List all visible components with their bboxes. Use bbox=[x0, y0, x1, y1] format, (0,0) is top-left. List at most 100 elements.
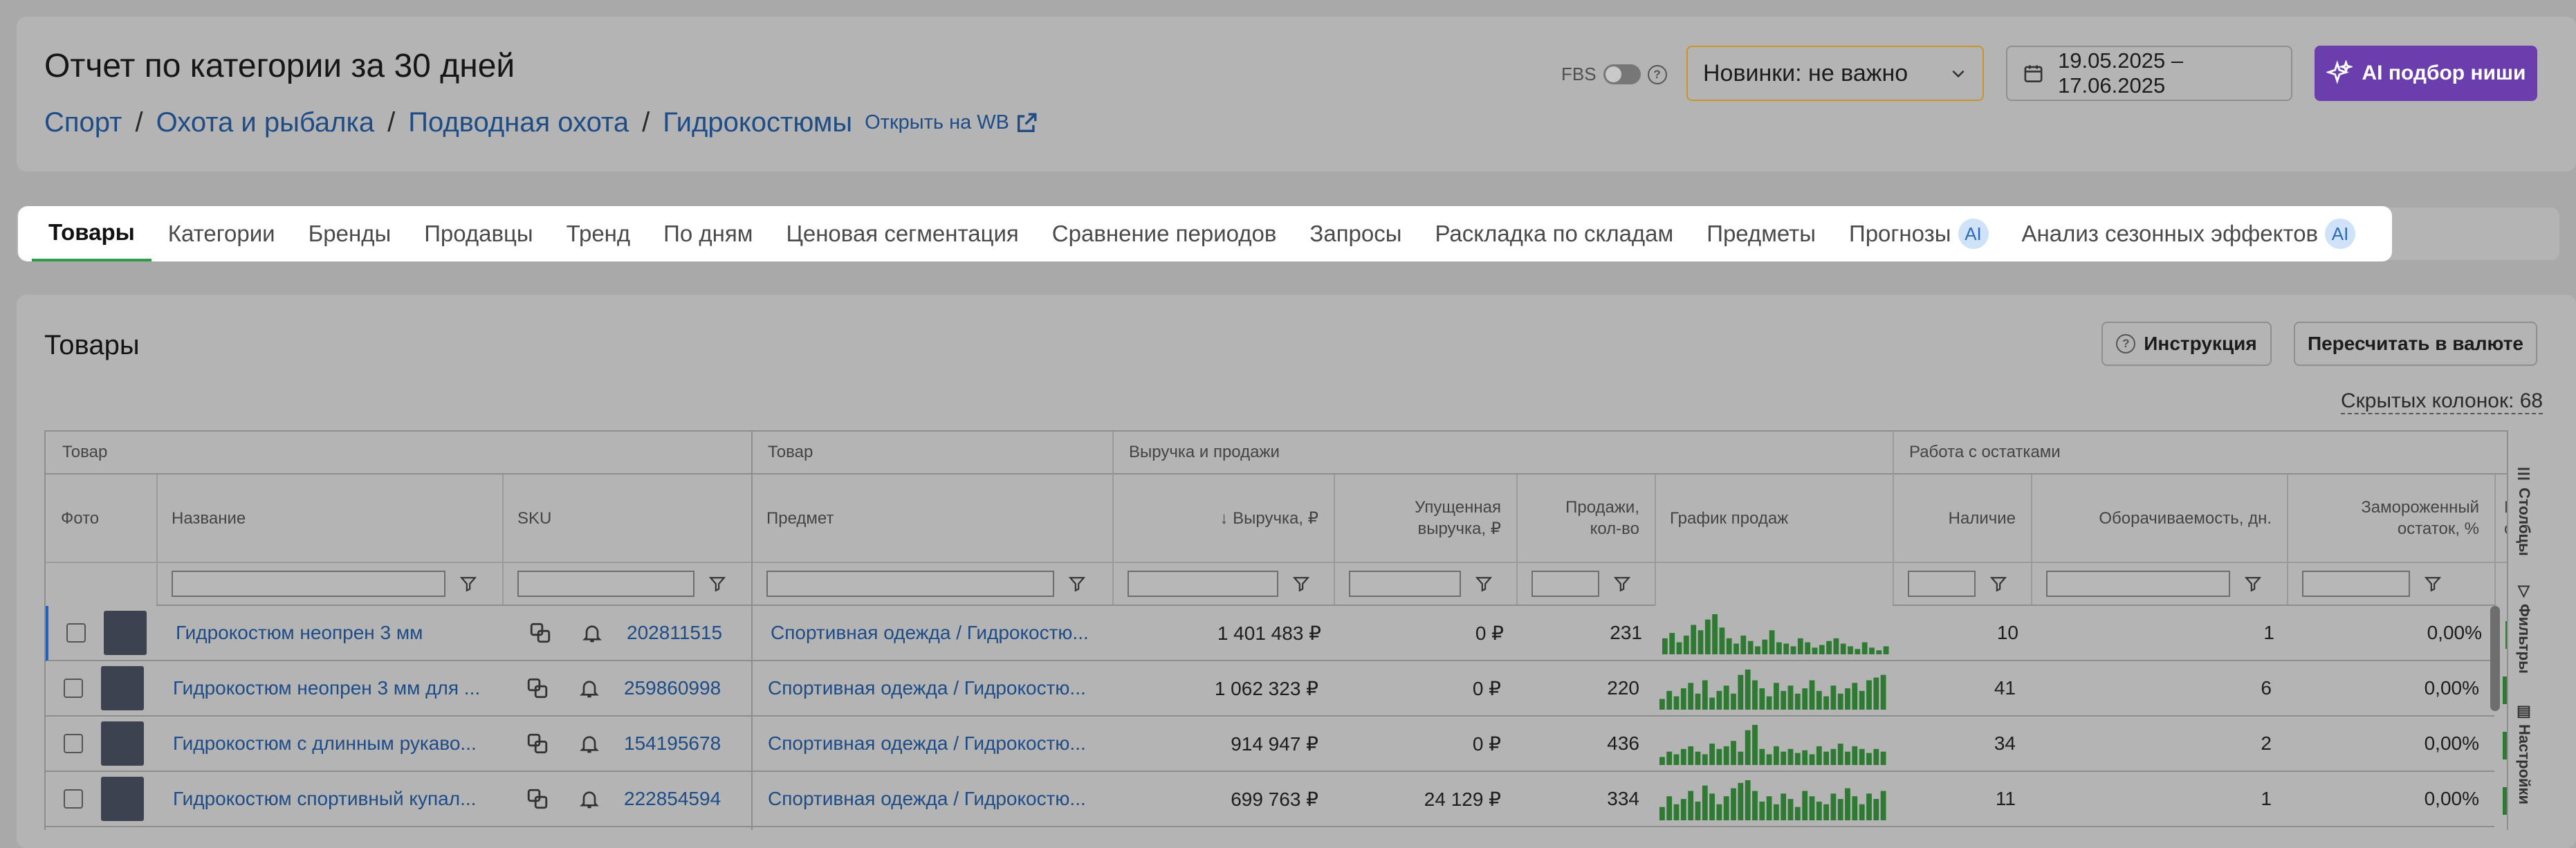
subject-link[interactable]: Спортивная одежда / Гидрокостю... bbox=[768, 661, 1107, 715]
spark-bar bbox=[1716, 690, 1722, 710]
subject-link[interactable]: Спортивная одежда / Гидрокостю... bbox=[771, 606, 1110, 660]
sales-sparkline[interactable] bbox=[1659, 779, 1887, 822]
col-name[interactable]: Название bbox=[156, 474, 502, 563]
bell-icon[interactable] bbox=[581, 606, 616, 660]
product-name-link[interactable]: Гидрокостюм с длинным рукаво... bbox=[173, 717, 491, 771]
filter-icon[interactable] bbox=[2244, 575, 2262, 593]
col-sales-qty[interactable]: Продажи, кол-во bbox=[1516, 474, 1655, 563]
frozen-filter-input[interactable] bbox=[2302, 571, 2410, 597]
hidden-columns-link[interactable]: Скрытых колонок: 68 bbox=[2341, 389, 2543, 414]
novelty-select[interactable]: Новинки: не важно bbox=[1686, 46, 1984, 101]
lost-revenue-filter-input[interactable] bbox=[1349, 571, 1461, 597]
tab-label: Товары bbox=[48, 219, 135, 245]
col-sku[interactable]: SKU bbox=[502, 474, 751, 563]
sales-sparkline[interactable] bbox=[1659, 723, 1887, 766]
filter-icon[interactable] bbox=[1475, 575, 1493, 593]
sku-link[interactable]: 154195678 bbox=[624, 717, 748, 771]
stock-filter-input[interactable] bbox=[1908, 571, 1976, 597]
product-name-link[interactable]: Гидрокостюм спортивный купал... bbox=[173, 772, 491, 826]
tab-subjects[interactable]: Предметы bbox=[1690, 206, 1832, 261]
sales-sparkline[interactable] bbox=[1659, 668, 1887, 711]
ai-niche-button[interactable]: AI подбор ниши bbox=[2315, 46, 2537, 101]
tab-seasonal-effects[interactable]: Анализ сезонных эффектов AI bbox=[2005, 206, 2373, 261]
col-sales-chart[interactable]: График продаж bbox=[1655, 474, 1893, 563]
filter-icon[interactable] bbox=[1989, 575, 2007, 593]
copy-icon[interactable] bbox=[526, 717, 560, 771]
side-tab-columns[interactable]: ☰ Столбцы bbox=[2510, 466, 2539, 556]
col-revenue[interactable]: ↓ Выручка, ₽ bbox=[1112, 474, 1334, 563]
sku-link[interactable]: 259860998 bbox=[624, 661, 748, 715]
table-row[interactable]: Гидрокостюм неопрен 3 мм 202811515 Спортив… bbox=[46, 606, 2515, 661]
turnover-filter-input[interactable] bbox=[2046, 571, 2230, 597]
col-stock[interactable]: Наличие bbox=[1893, 474, 2031, 563]
bell-icon[interactable] bbox=[578, 772, 613, 826]
product-name-link[interactable]: Гидрокостюм неопрен 3 мм для ... bbox=[173, 661, 491, 715]
table-row[interactable]: Гидрокостюм спортивный купал... 222854594… bbox=[46, 772, 2512, 827]
filter-icon[interactable] bbox=[1068, 575, 1086, 593]
product-thumbnail[interactable] bbox=[104, 611, 147, 655]
spark-bar bbox=[1731, 788, 1736, 820]
tab-warehouse-layout[interactable]: Раскладка по складам bbox=[1419, 206, 1691, 261]
side-tab-settings[interactable]: ▤ Настройки bbox=[2510, 703, 2539, 804]
sku-link[interactable]: 202811515 bbox=[627, 606, 751, 660]
table-row[interactable]: Гидрокостюм с длинным рукаво... 154195678… bbox=[46, 717, 2512, 772]
row-checkbox[interactable] bbox=[64, 679, 83, 698]
breadcrumb-spearfishing[interactable]: Подводная охота bbox=[408, 107, 629, 138]
date-range-picker[interactable]: 19.05.2025 – 17.06.2025 bbox=[2006, 46, 2292, 101]
product-thumbnail[interactable] bbox=[101, 777, 144, 821]
product-thumbnail[interactable] bbox=[101, 721, 144, 766]
side-tab-filters[interactable]: ▽ Фильтры bbox=[2510, 582, 2539, 674]
tab-products[interactable]: Товары bbox=[32, 206, 151, 261]
bell-icon[interactable] bbox=[578, 661, 613, 715]
bell-icon[interactable] bbox=[578, 717, 613, 771]
row-checkbox[interactable] bbox=[64, 789, 83, 809]
row-checkbox[interactable] bbox=[66, 623, 86, 643]
tab-label: Сравнение периодов bbox=[1051, 221, 1277, 246]
tab-period-comparison[interactable]: Сравнение периодов bbox=[1036, 206, 1294, 261]
tab-by-days[interactable]: По дням bbox=[647, 206, 769, 261]
filter-icon[interactable] bbox=[459, 575, 477, 593]
col-lost-revenue[interactable]: Упущенная выручка, ₽ bbox=[1334, 474, 1516, 563]
name-filter-input[interactable] bbox=[172, 571, 445, 597]
tab-categories[interactable]: Категории bbox=[151, 206, 292, 261]
help-icon[interactable]: ? bbox=[1647, 64, 1667, 84]
sku-link[interactable]: 222854594 bbox=[624, 772, 748, 826]
tab-forecasts[interactable]: Прогнозы AI bbox=[1832, 206, 2005, 261]
subject-link[interactable]: Спортивная одежда / Гидрокостю... bbox=[768, 772, 1107, 826]
product-name-link[interactable]: Гидрокостюм неопрен 3 мм bbox=[176, 606, 494, 660]
filter-icon[interactable] bbox=[2424, 575, 2442, 593]
fbs-toggle[interactable] bbox=[1603, 64, 1641, 84]
spark-bar bbox=[1666, 751, 1673, 765]
tab-trend[interactable]: Тренд bbox=[550, 206, 647, 261]
product-thumbnail[interactable] bbox=[101, 666, 144, 710]
sku-filter-input[interactable] bbox=[517, 571, 694, 597]
filter-icon[interactable] bbox=[708, 575, 726, 593]
filter-icon[interactable] bbox=[1613, 575, 1631, 593]
revenue-filter-input[interactable] bbox=[1128, 571, 1278, 597]
col-turnover[interactable]: Оборачиваемость, дн. bbox=[2031, 474, 2287, 563]
table-row[interactable]: Гидрокостюм неопрен 3 мм для ... 25986099… bbox=[46, 661, 2512, 717]
subject-link[interactable]: Спортивная одежда / Гидрокостю... bbox=[768, 717, 1107, 771]
open-on-wb-link[interactable]: Открыть на WB bbox=[865, 111, 1038, 135]
subject-filter-input[interactable] bbox=[766, 571, 1054, 597]
tab-sellers[interactable]: Продавцы bbox=[407, 206, 549, 261]
col-photo[interactable]: Фото bbox=[46, 474, 156, 563]
sales-filter-input[interactable] bbox=[1531, 571, 1599, 597]
row-checkbox[interactable] bbox=[64, 734, 83, 753]
breadcrumb-wetsuits[interactable]: Гидрокостюмы bbox=[663, 107, 852, 138]
tab-queries[interactable]: Запросы bbox=[1293, 206, 1418, 261]
instruction-button[interactable]: ? Инструкция bbox=[2101, 322, 2272, 366]
copy-icon[interactable] bbox=[526, 661, 560, 715]
recalc-currency-button[interactable]: Пересчитать в валюте bbox=[2294, 322, 2537, 366]
vertical-scrollbar[interactable] bbox=[2490, 606, 2500, 711]
sales-sparkline[interactable] bbox=[1662, 613, 1890, 656]
copy-icon[interactable] bbox=[528, 606, 563, 660]
tab-price-segmentation[interactable]: Ценовая сегментация bbox=[769, 206, 1035, 261]
col-frozen-stock[interactable]: Замороженный остаток, % bbox=[2287, 474, 2494, 563]
col-subject[interactable]: Предмет bbox=[751, 474, 1112, 563]
breadcrumb-hunting-fishing[interactable]: Охота и рыбалка bbox=[156, 107, 374, 138]
tab-brands[interactable]: Бренды bbox=[292, 206, 408, 261]
breadcrumb-sport[interactable]: Спорт bbox=[44, 107, 122, 138]
copy-icon[interactable] bbox=[526, 772, 560, 826]
filter-icon[interactable] bbox=[1292, 575, 1310, 593]
